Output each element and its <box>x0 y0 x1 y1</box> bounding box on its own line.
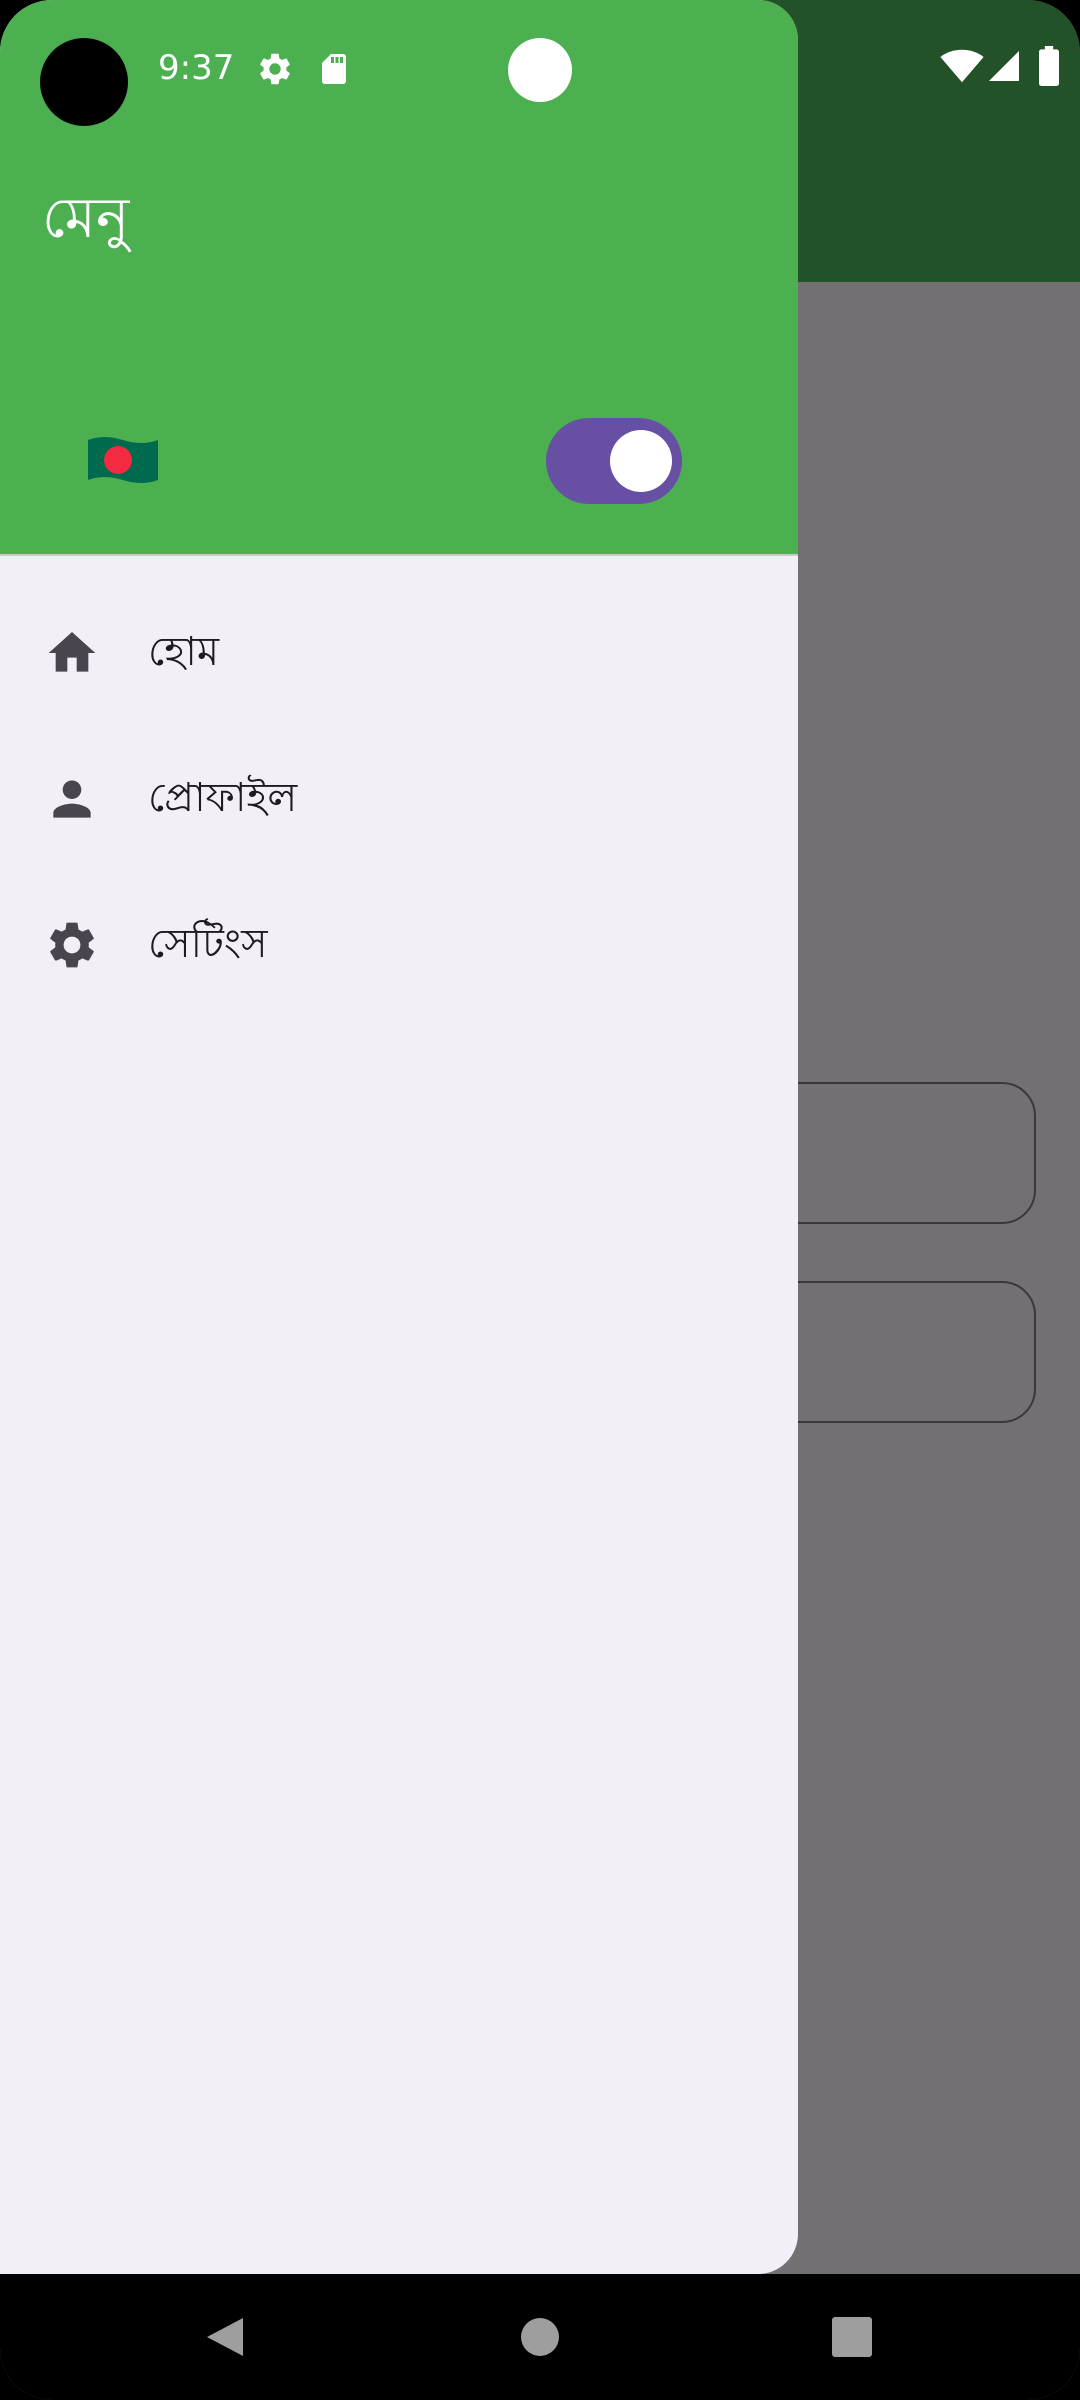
status-time: 9:37 <box>158 48 235 88</box>
drawer-title: মেনু <box>42 186 130 251</box>
recents-button[interactable] <box>822 2274 882 2400</box>
menu-item-label: সেটিংস <box>148 920 268 967</box>
toggle-knob <box>610 430 672 492</box>
home-button[interactable] <box>504 2274 576 2400</box>
language-toggle[interactable] <box>546 418 682 504</box>
navigation-drawer: মেনু হোম প্রোফাইল সেটিংস <box>0 0 798 2274</box>
home-circle-icon <box>521 2318 559 2356</box>
screen: মেনু হোম প্রোফাইল সেটিংস 9:37 <box>0 0 1080 2400</box>
menu-item-settings[interactable]: সেটিংস <box>0 872 798 1018</box>
camera-cutout <box>40 38 128 126</box>
menu-item-profile[interactable]: প্রোফাইল <box>0 726 798 872</box>
system-navigation-bar <box>0 2274 1080 2400</box>
wifi-icon <box>940 48 984 88</box>
settings-status-icon <box>256 50 294 92</box>
back-button[interactable] <box>190 2274 260 2400</box>
status-bar: 9:37 <box>0 0 1080 140</box>
menu-item-home[interactable]: হোম <box>0 580 798 726</box>
menu-item-label: হোম <box>148 628 220 675</box>
person-icon <box>44 771 100 827</box>
settings-icon <box>44 917 100 973</box>
back-triangle-icon <box>207 2318 243 2356</box>
sd-card-icon <box>316 50 352 92</box>
home-icon <box>44 625 100 681</box>
notification-dot <box>508 38 572 102</box>
drawer-menu: হোম প্রোফাইল সেটিংস <box>0 580 798 1018</box>
bangladesh-flag-icon[interactable] <box>84 432 162 488</box>
recents-square-icon <box>832 2317 872 2357</box>
menu-item-label: প্রোফাইল <box>148 774 298 821</box>
battery-icon <box>1038 46 1060 90</box>
cellular-signal-icon <box>986 48 1022 88</box>
